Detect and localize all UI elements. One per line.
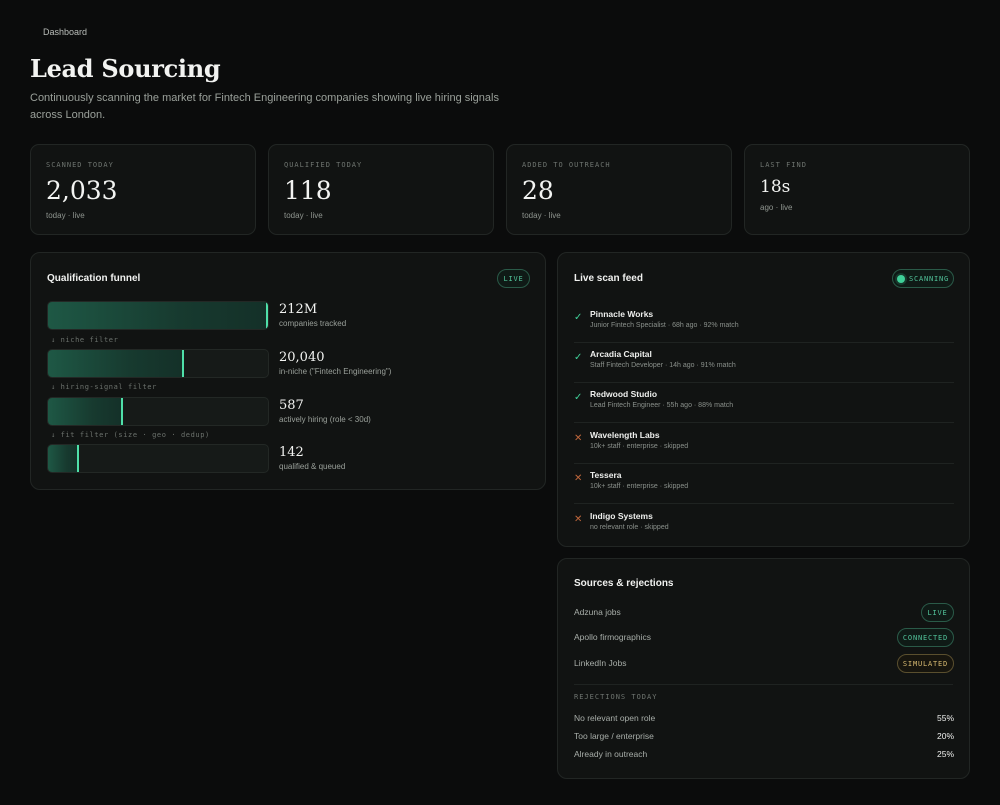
rejection-reason: Too large / enterprise [574, 731, 654, 741]
source-name: LinkedIn Jobs [574, 658, 627, 668]
funnel-filter: ↓ fit filter (size · geo · dedup) [51, 431, 210, 439]
source-row: Apollo firmographics CONNECTED [574, 628, 954, 648]
feed-title: Live scan feed [574, 273, 643, 284]
check-icon: ✓ [574, 392, 583, 403]
stat-sub: ago · live [760, 203, 793, 212]
funnel-bar [47, 397, 269, 426]
stat-card-scanned: SCANNED TODAY 2,033 today · live [30, 144, 256, 235]
check-icon: ✓ [574, 352, 583, 363]
feed-item[interactable]: ✕ Tessera 10k+ staff · enterprise · skip… [574, 464, 954, 504]
feed-meta: Lead Fintech Engineer · 55h ago · 88% ma… [590, 402, 734, 409]
rejection-row: No relevant open role 55% [574, 713, 954, 727]
funnel-fill [48, 302, 268, 329]
feed-company: Pinnacle Works [590, 309, 654, 319]
divider [574, 684, 953, 685]
stat-value: 2,033 [46, 176, 118, 205]
page-subtitle: Continuously scanning the market for Fin… [30, 92, 499, 121]
rejection-row: Too large / enterprise 20% [574, 731, 954, 745]
source-row: LinkedIn Jobs SIMULATED [574, 654, 954, 674]
feed-item[interactable]: ✕ Wavelength Labs 10k+ staff · enterpris… [574, 424, 954, 464]
sources-title: Sources & rejections [574, 578, 674, 589]
funnel-value: 142 [279, 445, 304, 460]
funnel-bar [47, 349, 269, 378]
cross-icon: ✕ [574, 514, 583, 525]
stat-sub: today · live [46, 211, 85, 220]
stat-value: 18s [760, 177, 791, 197]
check-icon: ✓ [574, 312, 583, 323]
source-row: Adzuna jobs LIVE [574, 603, 954, 623]
funnel-fill [48, 350, 184, 377]
feed-meta: 10k+ staff · enterprise · skipped [590, 443, 689, 450]
feed-company: Indigo Systems [590, 511, 653, 521]
funnel-marker [121, 398, 123, 425]
funnel-label: qualified & queued [279, 462, 346, 471]
stat-value: 118 [284, 176, 332, 205]
funnel-bar [47, 301, 269, 330]
funnel-fill [48, 445, 79, 472]
feed-meta: 10k+ staff · enterprise · skipped [590, 483, 689, 490]
live-badge: LIVE [497, 269, 530, 288]
funnel-value: 20,040 [279, 350, 325, 365]
rejection-share: 55% [936, 713, 954, 723]
source-name: Adzuna jobs [574, 607, 621, 617]
feed-company: Tessera [590, 470, 622, 480]
feed-company: Wavelength Labs [590, 430, 660, 440]
source-status-badge: SIMULATED [897, 654, 954, 673]
pulse-icon [896, 274, 905, 283]
stat-value: 28 [522, 176, 554, 205]
funnel-marker [266, 302, 268, 329]
funnel-marker [182, 350, 184, 377]
funnel-value: 587 [279, 398, 304, 413]
cross-icon: ✕ [574, 433, 583, 444]
scanning-badge: SCANNING [892, 269, 954, 288]
funnel-marker [77, 445, 79, 472]
funnel-label: in-niche ("Fintech Engineering") [279, 367, 392, 376]
stat-card-qualified: QUALIFIED TODAY 118 today · live [268, 144, 494, 235]
scanning-badge-label: SCANNING [908, 274, 950, 283]
feed-meta: Staff Fintech Developer · 14h ago · 91% … [590, 362, 736, 369]
source-name: Apollo firmographics [574, 632, 652, 642]
sources-panel: Sources & rejections Adzuna jobs LIVE Ap… [557, 558, 970, 779]
rejection-reason: Already in outreach [574, 749, 648, 759]
funnel-value: 212M [279, 302, 318, 317]
stat-label: ADDED TO OUTREACH [522, 161, 611, 169]
funnel-fill [48, 398, 123, 425]
live-badge-label: LIVE [503, 274, 524, 283]
breadcrumb[interactable]: Dashboard [43, 27, 87, 37]
funnel-bar [47, 444, 269, 473]
rejection-reason: No relevant open role [574, 713, 656, 723]
stat-card-outreach: ADDED TO OUTREACH 28 today · live [506, 144, 732, 235]
funnel-label: companies tracked [279, 319, 347, 328]
page-title: Lead Sourcing [30, 54, 221, 83]
feed-item[interactable]: ✓ Redwood Studio Lead Fintech Engineer ·… [574, 383, 954, 423]
stat-label: SCANNED TODAY [46, 161, 114, 169]
rejections-heading: REJECTIONS TODAY [574, 693, 658, 701]
feed-item[interactable]: ✓ Pinnacle Works Junior Fintech Speciali… [574, 303, 954, 343]
feed-panel: Live scan feed SCANNING ✓ Pinnacle Works… [557, 252, 970, 547]
feed-company: Redwood Studio [590, 389, 658, 399]
cross-icon: ✕ [574, 473, 583, 484]
rejection-share: 20% [936, 731, 954, 741]
funnel-filter: ↓ hiring-signal filter [51, 383, 157, 391]
funnel-filter: ↓ niche filter [51, 336, 119, 344]
feed-item[interactable]: ✕ Indigo Systems no relevant role · skip… [574, 505, 954, 531]
rejection-row: Already in outreach 25% [574, 749, 954, 763]
stat-sub: today · live [284, 211, 323, 220]
feed-company: Arcadia Capital [590, 349, 652, 359]
feed-item[interactable]: ✓ Arcadia Capital Staff Fintech Develope… [574, 343, 954, 383]
feed-meta: Junior Fintech Specialist · 68h ago · 92… [590, 322, 739, 329]
stat-label: LAST FIND [760, 161, 807, 169]
stat-label: QUALIFIED TODAY [284, 161, 363, 169]
source-status-badge: CONNECTED [897, 628, 954, 647]
source-status-badge: LIVE [921, 603, 954, 622]
funnel-title: Qualification funnel [47, 273, 141, 284]
rejection-share: 25% [936, 749, 954, 759]
stat-card-last-find: LAST FIND 18s ago · live [744, 144, 970, 235]
funnel-panel: Qualification funnel LIVE 212M companies… [30, 252, 546, 490]
funnel-label: actively hiring (role < 30d) [279, 415, 371, 424]
feed-meta: no relevant role · skipped [590, 524, 669, 531]
stat-sub: today · live [522, 211, 561, 220]
